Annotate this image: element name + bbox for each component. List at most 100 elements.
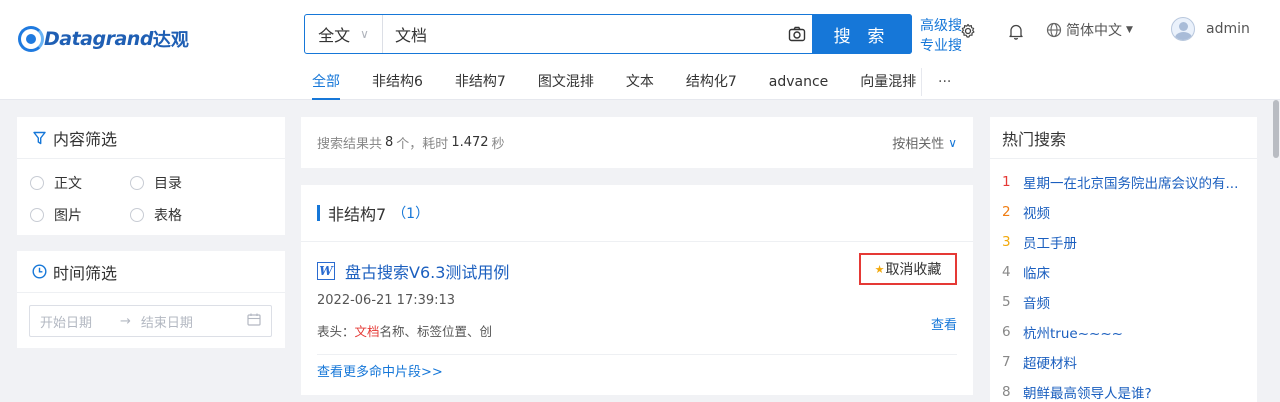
snippet-prefix: 表头：: [317, 324, 355, 339]
language-label: 简体中文: [1066, 23, 1122, 39]
list-item[interactable]: 7 超硬材料: [1002, 347, 1257, 377]
clock-icon: [31, 264, 47, 280]
professional-search-link[interactable]: 专业搜索: [920, 36, 962, 56]
search-input[interactable]: [383, 15, 782, 53]
tab-unstructured6[interactable]: 非结构6: [372, 64, 423, 100]
tab-advance[interactable]: advance: [769, 64, 829, 100]
list-item[interactable]: 3 员工手册: [1002, 227, 1257, 257]
item-divider: [317, 354, 957, 355]
results-mid: 个，耗时: [396, 137, 449, 152]
rank-number: 2: [1002, 204, 1011, 220]
date-range-separator: →: [120, 313, 131, 329]
brand-logo[interactable]: Datagrand 达观: [18, 24, 189, 54]
group-accent-bar: [317, 205, 320, 221]
chevron-down-icon: ∨: [360, 27, 369, 41]
radio-toc[interactable]: 目录: [130, 173, 230, 193]
more-snippets-link[interactable]: 查看更多命中片段>>: [317, 361, 443, 380]
content-filter-title: 内容筛选: [53, 129, 118, 149]
group-count: （1）: [392, 206, 430, 222]
search-button[interactable]: 搜 索: [812, 14, 912, 54]
result-group-card: 非结构7 （1） W 盘古搜索V6.3测试用例 ★ 取消收藏 2022-06-2…: [301, 185, 973, 395]
rank-number: 4: [1002, 264, 1011, 280]
hot-search-link[interactable]: 音频: [1023, 292, 1050, 312]
snippet-rest: 名称、标签位置、创: [379, 324, 493, 339]
tab-mixed-layout[interactable]: 图文混排: [538, 64, 594, 100]
list-item[interactable]: 4 临床: [1002, 257, 1257, 287]
page-scrollbar[interactable]: [1272, 100, 1280, 402]
chevron-down-icon: ∨: [948, 135, 957, 150]
rank-number: 7: [1002, 354, 1011, 370]
list-item[interactable]: 2 视频: [1002, 197, 1257, 227]
radio-circle[interactable]: [130, 176, 144, 190]
tab-text[interactable]: 文本: [626, 64, 654, 100]
radio-label: 表格: [154, 208, 182, 224]
time-filter-panel: 时间筛选 开始日期 → 结束日期: [17, 251, 285, 348]
username: admin: [1206, 21, 1250, 37]
result-title-link[interactable]: 盘古搜索V6.3测试用例: [345, 259, 509, 283]
hot-search-panel: 热门搜索 1 星期一在北京国务院出席会议的有... 2 视频 3 员工手册 4 临床 5…: [990, 117, 1257, 402]
tab-vector-mixed[interactable]: 向量混排: [860, 64, 916, 100]
group-name: 非结构7: [328, 205, 387, 224]
search-scope-label: 全文: [318, 26, 351, 45]
radio-label: 目录: [154, 176, 182, 192]
bell-icon[interactable]: [1005, 20, 1027, 42]
top-header: Datagrand 达观 全文 ∨ 搜 索 高级搜索 专业搜索 简体中文 ▼ a…: [0, 0, 1280, 100]
language-select[interactable]: 简体中文 ▼: [1046, 20, 1133, 40]
radio-label: 图片: [54, 208, 82, 224]
date-range-picker[interactable]: 开始日期 → 结束日期: [29, 305, 272, 337]
hot-search-link[interactable]: 朝鲜最高领导人是谁?: [1023, 382, 1152, 402]
radio-label: 正文: [54, 176, 82, 192]
end-date-field[interactable]: 结束日期: [141, 312, 193, 331]
logo-text: Datagrand: [44, 28, 153, 50]
list-item[interactable]: 1 星期一在北京国务院出席会议的有...: [1002, 167, 1257, 197]
advanced-search-link[interactable]: 高级搜索: [920, 16, 962, 36]
rank-number: 5: [1002, 294, 1011, 310]
result-date: 2022-06-21 17:39:13: [317, 293, 456, 308]
tabs-divider: [921, 68, 922, 96]
rank-number: 1: [1002, 174, 1011, 190]
rank-number: 6: [1002, 324, 1011, 340]
advanced-search-links: 高级搜索 专业搜索: [920, 16, 962, 56]
hot-search-link[interactable]: 杭州true~~~~: [1023, 322, 1123, 342]
hot-search-link[interactable]: 星期一在北京国务院出席会议的有...: [1023, 172, 1238, 192]
radio-circle[interactable]: [30, 176, 44, 190]
hot-search-link[interactable]: 临床: [1023, 262, 1050, 282]
more-tabs-button[interactable]: ···: [938, 64, 951, 100]
user-menu[interactable]: admin: [1171, 17, 1250, 41]
list-item[interactable]: 6 杭州true~~~~: [1002, 317, 1257, 347]
radio-table[interactable]: 表格: [130, 205, 230, 225]
calendar-icon[interactable]: [247, 313, 261, 330]
hot-search-link[interactable]: 视频: [1023, 202, 1050, 222]
camera-icon[interactable]: [782, 15, 812, 53]
content-filter-panel: 内容筛选 正文 目录 图片 表格: [17, 117, 285, 235]
time-filter-title: 时间筛选: [53, 263, 118, 283]
results-prefix: 搜索结果共: [317, 137, 383, 152]
start-date-field[interactable]: 开始日期: [40, 312, 92, 331]
result-tabs: 全部 非结构6 非结构7 图文混排 文本 结构化7 advance 向量混排: [312, 64, 948, 100]
result-item: W 盘古搜索V6.3测试用例 ★ 取消收藏 2022-06-21 17:39:1…: [301, 242, 973, 340]
search-scope-select[interactable]: 全文 ∨: [305, 15, 383, 53]
tab-unstructured7[interactable]: 非结构7: [455, 64, 506, 100]
radio-circle[interactable]: [30, 208, 44, 222]
scrollbar-thumb[interactable]: [1273, 100, 1279, 158]
view-link[interactable]: 查看: [931, 314, 957, 333]
list-item[interactable]: 5 音频: [1002, 287, 1257, 317]
content-filter-header: 内容筛选: [17, 117, 285, 159]
radio-circle[interactable]: [130, 208, 144, 222]
content-filter-options: 正文 目录 图片 表格: [17, 159, 285, 225]
gear-icon[interactable]: [957, 20, 979, 42]
hot-search-link[interactable]: 员工手册: [1023, 232, 1077, 252]
list-item[interactable]: 8 朝鲜最高领导人是谁?: [1002, 377, 1257, 402]
results-count: 8: [385, 135, 394, 150]
word-doc-icon: W: [317, 262, 335, 280]
hot-search-link[interactable]: 超硬材料: [1023, 352, 1077, 372]
sort-select[interactable]: 按相关性 ∨: [892, 133, 957, 153]
tab-all[interactable]: 全部: [312, 64, 340, 100]
radio-image[interactable]: 图片: [30, 205, 130, 225]
radio-body-text[interactable]: 正文: [30, 173, 130, 193]
snippet-highlight: 文档: [354, 324, 380, 339]
results-time: 1.472: [451, 135, 489, 150]
unfavorite-button[interactable]: ★ 取消收藏: [859, 253, 957, 285]
time-filter-header: 时间筛选: [17, 251, 285, 293]
tab-structured7[interactable]: 结构化7: [686, 64, 737, 100]
